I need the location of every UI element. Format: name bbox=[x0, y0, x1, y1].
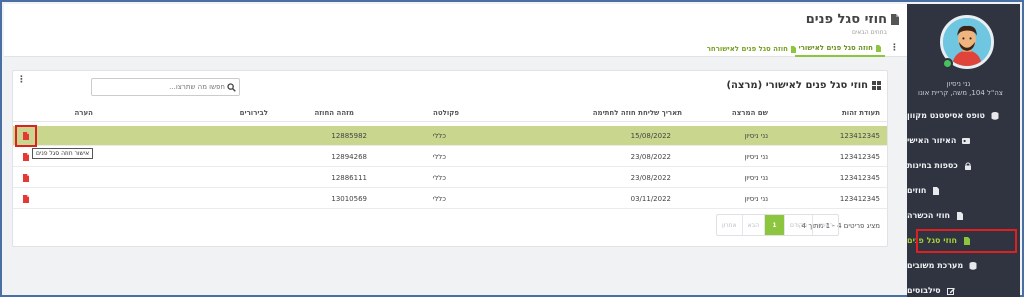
search-input[interactable] bbox=[92, 79, 239, 95]
file-icon bbox=[891, 14, 899, 25]
cell-id: 123412345 bbox=[839, 132, 880, 140]
cell-faculty: כללי bbox=[432, 153, 446, 161]
pager-prev-button[interactable]: הקודם bbox=[784, 215, 812, 235]
cell-contract-id: 12885982 bbox=[331, 132, 367, 140]
table-row[interactable]: 123412345 נני ניסיון 03/11/2022 כללי 130… bbox=[13, 189, 887, 209]
highlight-box bbox=[916, 229, 1017, 253]
lock-icon bbox=[964, 161, 971, 170]
cell-contract-id: 12894268 bbox=[331, 153, 367, 161]
sidebar: נני ניסיון צה"ל 104, משה, קריית אונו טופ… bbox=[907, 4, 1020, 297]
cell-faculty: כללי bbox=[432, 195, 446, 203]
database-icon bbox=[969, 261, 977, 270]
cell-faculty: כללי bbox=[432, 174, 446, 182]
cell-send-date: 23/08/2022 bbox=[630, 153, 671, 161]
cell-contract-id: 12886111 bbox=[331, 174, 367, 182]
tab-label: חוזה סגל פנים לאישורחר bbox=[706, 45, 788, 53]
pager-next-button[interactable]: הבא bbox=[741, 215, 764, 235]
user-name: נני ניסיון bbox=[946, 80, 971, 88]
file-icon bbox=[957, 211, 963, 220]
cell-lecturer: נני ניסיון bbox=[744, 132, 768, 140]
user-address: צה"ל 104, משה, קריית אונו bbox=[918, 89, 1003, 97]
search-box bbox=[91, 78, 240, 96]
cell-lecturer: נני ניסיון bbox=[744, 195, 768, 203]
sidebar-item-feedback-system[interactable]: מערכת משובים bbox=[907, 253, 1020, 278]
app-frame: חוזי סגל פנים בחוזים הבאים ⋮ חוזה סגל פנ… bbox=[0, 0, 1024, 297]
sidebar-item-exam-vaults[interactable]: כספות בחינות bbox=[907, 153, 1020, 178]
sidebar-nav: טופס אסיסטנט מקוון האיזור האישי כספות בח… bbox=[907, 103, 1020, 297]
highlight-box bbox=[15, 125, 37, 147]
table-header: תעודת זהות שם המרצה תאריך שליחת חוזה לחת… bbox=[13, 104, 887, 122]
file-icon bbox=[876, 44, 881, 52]
column-header-send-date[interactable]: תאריך שליחת חוזה לחתימה bbox=[593, 109, 682, 117]
column-header-faculty[interactable]: פקולטה bbox=[433, 109, 459, 117]
column-header-note[interactable]: הערה bbox=[75, 109, 94, 117]
cell-id: 123412345 bbox=[839, 153, 880, 161]
card-title: חוזי סגל פנים לאישורי (מרצה) bbox=[726, 80, 881, 91]
header-menu-kebab-icon[interactable]: ⋮ bbox=[890, 43, 899, 53]
table-row[interactable]: 123412345 נני ניסיון 23/08/2022 כללי 128… bbox=[13, 168, 887, 188]
approve-contract-tooltip: אישור חוזה סגל פנים bbox=[32, 148, 94, 159]
pager-current-page[interactable]: 1 bbox=[764, 215, 784, 235]
pager-last-button[interactable]: אחרון bbox=[717, 215, 742, 235]
sidebar-item-online-assistant-form[interactable]: טופס אסיסטנט מקוון bbox=[907, 103, 1020, 128]
online-status-dot bbox=[942, 58, 953, 69]
sidebar-item-label: סילבוסים bbox=[907, 286, 941, 295]
pdf-file-icon[interactable] bbox=[23, 195, 29, 203]
tab-lecturer-approval[interactable]: חוזה סגל פנים לאישורי bbox=[794, 41, 885, 57]
cell-send-date: 03/11/2022 bbox=[630, 195, 671, 203]
pagination: אחרון הבא 1 הקודם ראשון bbox=[716, 214, 839, 236]
sidebar-item-label: מערכת משובים bbox=[907, 261, 964, 270]
pdf-file-icon[interactable] bbox=[23, 174, 29, 182]
sidebar-item-training-contracts[interactable]: חוזי הכשרה bbox=[907, 203, 1020, 228]
cell-id: 123412345 bbox=[839, 195, 880, 203]
column-header-lecturer[interactable]: שם המרצה bbox=[732, 109, 768, 117]
table-icon bbox=[872, 81, 881, 90]
sidebar-item-syllabi[interactable]: סילבוסים bbox=[907, 278, 1020, 297]
file-icon bbox=[791, 45, 796, 53]
id-card-icon bbox=[962, 137, 971, 144]
column-header-id[interactable]: תעודת זהות bbox=[842, 109, 880, 117]
cell-lecturer: נני ניסיון bbox=[744, 174, 768, 182]
sidebar-item-contracts[interactable]: חוזים bbox=[907, 178, 1020, 203]
search-icon[interactable] bbox=[227, 83, 236, 92]
card-menu-kebab-icon[interactable]: ⋮ bbox=[17, 75, 26, 85]
cell-send-date: 23/08/2022 bbox=[630, 174, 671, 182]
pdf-file-icon[interactable] bbox=[23, 153, 29, 161]
cell-contract-id: 13010569 bbox=[331, 195, 367, 203]
page-subtitle: בחוזים הבאים bbox=[851, 29, 887, 36]
pager-first-button[interactable]: ראשון bbox=[812, 215, 838, 235]
sidebar-item-faculty-contracts[interactable]: חוזי סגל פנים bbox=[907, 228, 1020, 253]
cell-send-date: 15/08/2022 bbox=[630, 132, 671, 140]
tab-label: חוזה סגל פנים לאישורי bbox=[798, 44, 873, 52]
tab-other-approval[interactable]: חוזה סגל פנים לאישורחר bbox=[703, 41, 800, 57]
cell-faculty: כללי bbox=[432, 132, 446, 140]
sidebar-item-label: האיזור האישי bbox=[907, 136, 957, 145]
sidebar-item-label: כספות בחינות bbox=[907, 161, 958, 170]
sidebar-item-label: חוזים bbox=[907, 186, 927, 195]
sidebar-item-label: טופס אסיסטנט מקוון bbox=[907, 111, 985, 120]
card-title-text: חוזי סגל פנים לאישורי (מרצה) bbox=[726, 80, 868, 91]
database-icon bbox=[991, 111, 999, 120]
column-header-contract-id[interactable]: מזהה החוזה bbox=[314, 109, 354, 117]
table-row[interactable]: 123412345 נני ניסיון 15/08/2022 כללי 128… bbox=[13, 125, 887, 159]
cell-id: 123412345 bbox=[839, 174, 880, 182]
column-header-inquiries[interactable]: לבירורים bbox=[240, 109, 268, 117]
page-header: חוזי סגל פנים בחוזים הבאים ⋮ חוזה סגל פנ… bbox=[4, 4, 907, 57]
contracts-card: ⋮ חוזי סגל פנים לאישורי (מרצה) תעודת זהו… bbox=[12, 70, 888, 247]
sidebar-item-label: חוזי הכשרה bbox=[907, 211, 950, 220]
table-row[interactable]: 123412345 נני ניסיון 23/08/2022 כללי 128… bbox=[13, 147, 887, 167]
cell-lecturer: נני ניסיון bbox=[744, 153, 768, 161]
sidebar-item-personal-area[interactable]: האיזור האישי bbox=[907, 128, 1020, 153]
file-icon bbox=[933, 186, 940, 195]
edit-icon bbox=[946, 287, 955, 295]
page-title: חוזי סגל פנים bbox=[805, 12, 887, 27]
